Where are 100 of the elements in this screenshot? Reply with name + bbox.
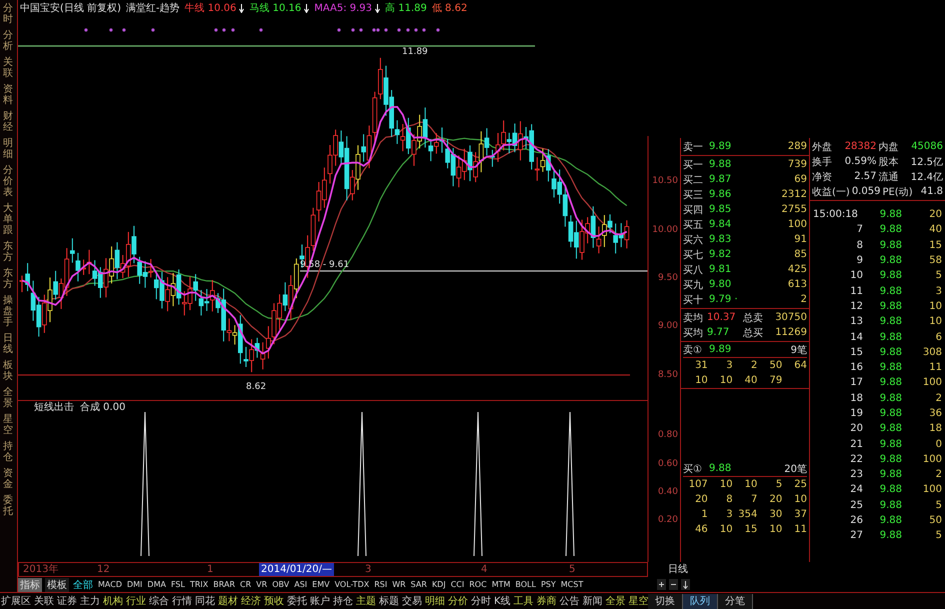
toolbar-tab[interactable]: 模板 (45, 578, 69, 592)
indicator-button[interactable]: DMI (126, 580, 144, 589)
side-tab[interactable]: 星空 (0, 411, 16, 438)
toolbar-button[interactable]: 关联 (33, 594, 55, 608)
indicator-button[interactable]: KDJ (430, 580, 447, 589)
toolbar-button[interactable]: 同花 (194, 594, 216, 608)
indicator-button[interactable]: MCST (560, 580, 584, 589)
toolbar-button[interactable]: K线 (493, 594, 512, 608)
tick-price: 9.88 (878, 438, 902, 450)
toolbar-button[interactable]: 公告 (558, 594, 581, 608)
indicator-button[interactable]: MACD (97, 580, 123, 589)
indicator-button[interactable]: DMA (146, 580, 167, 589)
panel-tab[interactable]: 切换 (648, 594, 683, 608)
toolbar-button[interactable]: 委托 (286, 594, 308, 608)
order-volume: 289 (788, 141, 807, 152)
indicator-button[interactable]: VR (255, 580, 268, 589)
side-tab[interactable]: 操盘手 (0, 292, 16, 330)
date-label: 2013年 (22, 563, 60, 576)
toolbar-button[interactable]: 券商 (536, 594, 558, 608)
side-tab[interactable]: 板块 (0, 357, 16, 384)
indicator-button[interactable]: VOL-TDX (334, 580, 370, 589)
toolbar-button[interactable]: 交易 (401, 594, 423, 608)
toolbar-button[interactable]: 证券 (56, 594, 78, 608)
indicator-button[interactable]: BRAR (212, 580, 236, 589)
minus-button[interactable] (669, 579, 678, 590)
side-tab[interactable]: 全景 (0, 384, 16, 411)
order-price: 9.88 (709, 159, 732, 170)
tick-price: 9.88 (878, 255, 902, 266)
order-price: 9.84 (709, 219, 732, 230)
tick-time: 14 (849, 332, 863, 343)
tick-price: 9.88 (878, 286, 902, 297)
side-tab[interactable]: 资料 (0, 81, 16, 108)
toolbar-button[interactable]: 预收 (263, 594, 285, 608)
indicator-button[interactable]: OBV (271, 580, 290, 589)
toolbar-button[interactable]: 行业 (125, 594, 147, 608)
toolbar-tab[interactable]: 指标 (18, 578, 42, 592)
indicator-button[interactable]: SAR (410, 580, 428, 589)
side-tab[interactable]: 分价表 (0, 162, 16, 200)
toolbar-button[interactable]: 分时 (470, 594, 492, 608)
side-tab[interactable]: 大单跟 (0, 200, 16, 238)
plus-button[interactable] (657, 579, 666, 590)
side-tab[interactable]: 财经 (0, 108, 16, 135)
panel-tab[interactable]: 分笔 (718, 594, 753, 608)
toolbar-button[interactable]: 持仓 (332, 594, 354, 608)
side-tab[interactable]: 持仓 (0, 438, 16, 465)
indicator-value: 合成 0.00 (80, 400, 126, 414)
toolbar-button[interactable]: 全景 (604, 594, 627, 608)
date-label: 4 (480, 563, 488, 576)
tick-volume: 36 (928, 408, 942, 419)
side-tab[interactable]: 日线 (0, 330, 16, 357)
toolbar-button[interactable]: 新闻 (582, 594, 604, 608)
indicator-button[interactable]: BOLL (514, 580, 537, 589)
toolbar-button[interactable]: 扩展区 (0, 594, 32, 608)
toolbar-button[interactable]: 星空 (628, 594, 650, 608)
toolbar-button[interactable]: 经济 (240, 594, 262, 608)
indicator-button[interactable]: ROC (468, 580, 488, 589)
tick-time: 15 (849, 346, 863, 358)
toolbar-button[interactable]: 分价 (447, 594, 469, 608)
panel-tab[interactable]: 队列 (683, 594, 718, 608)
indicator-button[interactable]: TRIX (188, 580, 210, 589)
side-tab[interactable]: 委托 (0, 492, 16, 519)
side-tab[interactable]: 明细 (0, 135, 16, 162)
stat-label: 股本 (878, 156, 898, 168)
side-tab[interactable]: 东方 (0, 238, 16, 265)
toolbar-button[interactable]: 工具 (512, 594, 535, 608)
toolbar-button[interactable]: 明细 (424, 594, 446, 608)
indicator-button[interactable]: 全部 (72, 578, 94, 592)
order-price: 9.86 (709, 189, 732, 200)
side-tab[interactable]: 资金 (0, 465, 16, 492)
toolbar-button[interactable]: 标题 (378, 594, 400, 608)
queue-volume: 7 (750, 494, 758, 505)
date-label: 12 (96, 563, 111, 576)
legend-value: 牛线 10.06 (184, 1, 244, 15)
toolbar-button[interactable]: 题材 (217, 594, 239, 608)
down-button[interactable] (681, 579, 690, 590)
indicator-button[interactable]: WR (391, 580, 407, 589)
price-annotation: 8.62 (246, 382, 266, 392)
side-tab[interactable]: 东方 (0, 265, 16, 292)
stat-value: 28382 (844, 141, 876, 152)
toolbar-button[interactable]: 主力 (79, 594, 101, 608)
toolbar-button[interactable]: 账户 (309, 594, 331, 608)
indicator-button[interactable]: ASI (293, 580, 308, 589)
indicator-button[interactable]: CR (239, 580, 252, 589)
toolbar-button[interactable]: 机构 (102, 594, 124, 608)
order-volume: 2 (800, 294, 807, 305)
indicator-button[interactable]: EMV (311, 580, 331, 589)
side-tab[interactable]: 分时 (0, 0, 16, 27)
side-tab[interactable]: 关联 (0, 54, 16, 81)
toolbar-button[interactable]: 行情 (171, 594, 193, 608)
toolbar-button[interactable]: 主题 (355, 594, 377, 608)
tick-price: 9.88 (878, 346, 902, 358)
indicator-button[interactable]: MTM (490, 580, 512, 589)
indicator-button[interactable]: CCI (450, 580, 466, 589)
indicator-button[interactable]: FSL (170, 580, 186, 589)
indicator-button[interactable]: PSY (540, 580, 557, 589)
indicator-button[interactable]: RSI (373, 580, 388, 589)
toolbar-button[interactable]: 综合 (148, 594, 170, 608)
tick-price: 9.88 (878, 423, 902, 434)
side-tab[interactable]: 分析 (0, 27, 16, 54)
stat-value: 12.4亿 (910, 170, 943, 184)
